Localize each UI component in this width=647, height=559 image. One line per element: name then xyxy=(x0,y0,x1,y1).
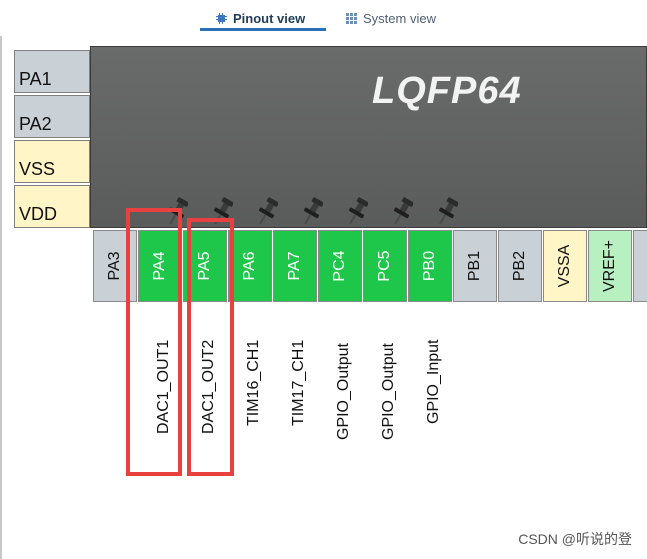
pin-pb1[interactable]: PB1 xyxy=(453,230,497,302)
pin-vref-plus[interactable]: VREF+ xyxy=(588,230,632,302)
pin-label: VSSA xyxy=(556,244,573,288)
pin-vss[interactable]: VSS xyxy=(14,140,90,183)
active-tab-indicator xyxy=(200,28,326,31)
pushpin-icon xyxy=(438,197,458,225)
system-grid-icon xyxy=(346,12,357,24)
pin-label: PC5 xyxy=(376,250,393,282)
pin-pc5[interactable]: PC5 xyxy=(363,230,407,302)
pushpin-icon xyxy=(258,197,278,225)
pin-label: PA3 xyxy=(106,251,123,281)
pin-pc4[interactable]: PC4 xyxy=(318,230,362,302)
tab-pinout-label: Pinout view xyxy=(233,10,306,26)
pinout-icon xyxy=(216,12,227,24)
pin-pa6[interactable]: PA6 xyxy=(228,230,272,302)
pin-label: PA6 xyxy=(241,251,258,281)
pin-label: PB2 xyxy=(511,250,528,282)
pin-label: VSS xyxy=(19,159,56,179)
watermark-text: CSDN @听说的登 xyxy=(518,531,632,547)
pin-partial[interactable] xyxy=(633,230,647,302)
signal-label-pb0: GPIO_Input xyxy=(425,339,442,425)
tab-pinout-view[interactable]: Pinout view xyxy=(216,8,305,28)
pin-label: PB1 xyxy=(466,250,483,282)
pin-pa2[interactable]: PA2 xyxy=(14,95,90,138)
signal-label-pa7: TIM17_CH1 xyxy=(290,339,307,426)
pin-label: PA1 xyxy=(19,69,52,89)
signal-label-pa6: TIM16_CH1 xyxy=(245,339,262,426)
pin-vssa[interactable]: VSSA xyxy=(543,230,587,302)
pin-vdd[interactable]: VDD xyxy=(14,185,90,228)
pin-pa7[interactable]: PA7 xyxy=(273,230,317,302)
signal-label-pc5: GPIO_Output xyxy=(380,343,397,440)
signal-label-pc4: GPIO_Output xyxy=(335,343,352,440)
pushpin-icon xyxy=(348,197,368,225)
highlight-box-dac1-out2 xyxy=(187,218,234,476)
chip-package-label: LQFP64 xyxy=(372,70,522,112)
pin-label: PA2 xyxy=(19,114,52,134)
highlight-box-dac1-out1 xyxy=(126,208,182,476)
tab-system-label: System view xyxy=(363,10,436,26)
view-tabs: Pinout view System view xyxy=(0,0,647,36)
pushpin-icon xyxy=(303,197,323,225)
pin-label: PC4 xyxy=(331,250,348,282)
pin-label: PA7 xyxy=(286,251,303,281)
pin-pb2[interactable]: PB2 xyxy=(498,230,542,302)
pin-label: PB0 xyxy=(421,250,438,282)
pin-label: VREF+ xyxy=(601,239,618,293)
pin-pa1[interactable]: PA1 xyxy=(14,50,90,93)
pin-pb0[interactable]: PB0 xyxy=(408,230,452,302)
left-panel-edge xyxy=(0,36,2,559)
pin-label: VDD xyxy=(19,204,58,224)
pushpin-icon xyxy=(393,197,413,225)
tab-system-view[interactable]: System view xyxy=(346,8,436,28)
